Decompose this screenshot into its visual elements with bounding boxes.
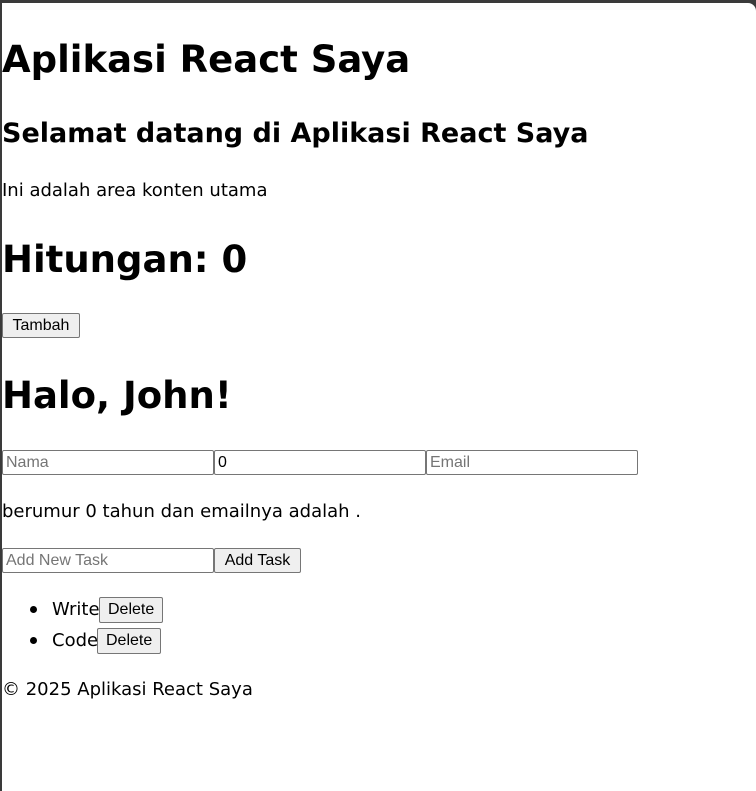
greeting-heading: Halo, John! <box>2 374 232 417</box>
new-task-input[interactable] <box>2 548 214 573</box>
delete-task-button[interactable]: Delete <box>99 597 164 623</box>
add-count-button[interactable]: Tambah <box>2 313 80 338</box>
bullet-icon <box>30 606 37 613</box>
page-content: Aplikasi React Saya Selamat datang di Ap… <box>2 3 756 791</box>
email-input[interactable] <box>426 450 638 475</box>
task-label: Write <box>52 599 100 620</box>
add-task-button[interactable]: Add Task <box>214 548 301 573</box>
bullet-icon <box>30 637 37 644</box>
main-description: Ini adalah area konten utama <box>2 180 268 201</box>
name-input[interactable] <box>2 450 214 475</box>
browser-viewport: Aplikasi React Saya Selamat datang di Ap… <box>2 3 756 791</box>
age-input[interactable] <box>214 450 426 475</box>
welcome-heading: Selamat datang di Aplikasi React Saya <box>2 118 589 149</box>
task-label: Code <box>52 630 99 651</box>
page-title: Aplikasi React Saya <box>2 38 411 81</box>
footer-text: © 2025 Aplikasi React Saya <box>2 679 253 700</box>
user-summary-text: berumur 0 tahun dan emailnya adalah . <box>2 501 361 522</box>
delete-task-button[interactable]: Delete <box>97 628 162 654</box>
counter-heading: Hitungan: 0 <box>2 238 248 281</box>
